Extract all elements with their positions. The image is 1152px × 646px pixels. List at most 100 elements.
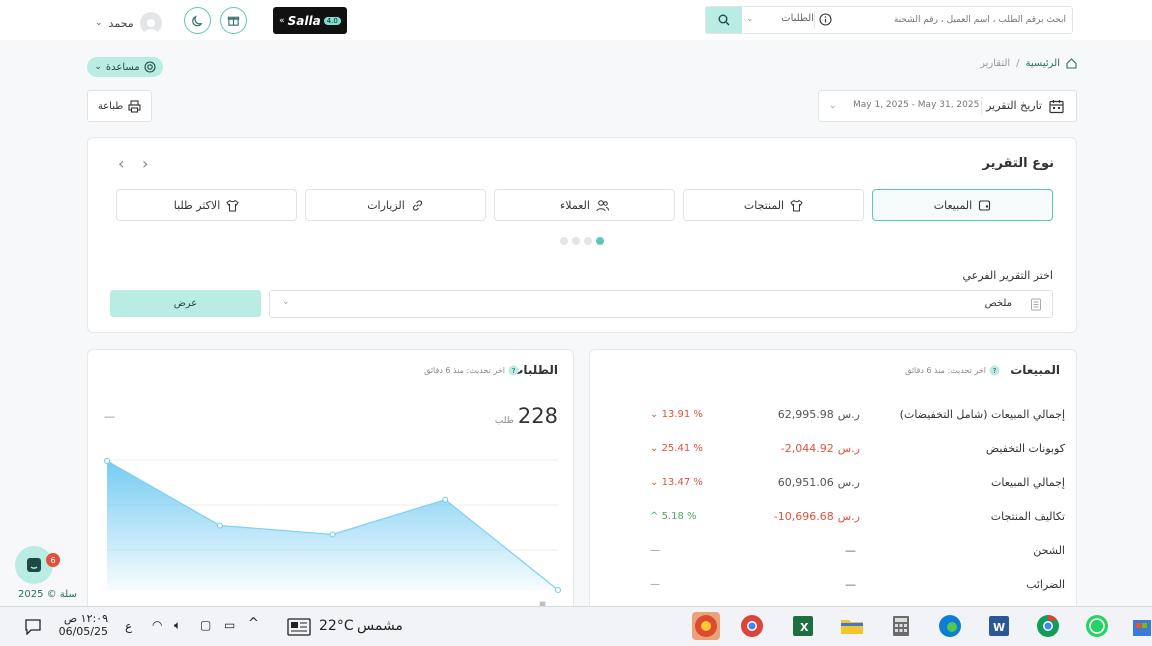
sales-row-change: ⌄ 13.47 % [650, 477, 710, 488]
gift-icon [227, 16, 240, 26]
chrome-icon[interactable] [1034, 612, 1062, 640]
chevron-down-icon: ⌄ [650, 476, 662, 488]
sales-row-amount: 60,951.06 [777, 475, 834, 489]
tab-most-ordered[interactable]: الاكثر طلبا [116, 189, 297, 221]
sales-row-amount: 62,995.98 [777, 407, 834, 421]
sales-row-value: 62,995.98 ر.س [710, 408, 860, 421]
chart-point[interactable] [216, 522, 223, 529]
tab-label: الاكثر طلبا [173, 198, 221, 212]
printer-icon [128, 99, 141, 113]
chart-point[interactable] [442, 496, 449, 503]
device-icon[interactable]: ▢ [200, 618, 211, 632]
file-explorer-icon[interactable] [838, 612, 866, 640]
battery-icon[interactable]: ▭ [224, 618, 235, 632]
sales-card-title: المبيعات [1010, 363, 1060, 377]
tab-label: الزيارات [367, 198, 405, 212]
salla-logo[interactable]: « Salla 4.0 [273, 7, 347, 34]
svg-text:X: X [800, 621, 809, 634]
receipt-icon [979, 199, 991, 211]
sales-row-amount: — [845, 577, 856, 591]
sales-row-label: كوبونات التخفيض [985, 441, 1065, 455]
carousel-dot-active[interactable] [596, 237, 604, 245]
sub-report-select[interactable]: ملخص ⌄ [269, 290, 1053, 318]
sales-row-label: إجمالي المبيعات [990, 475, 1065, 489]
sales-row-change-value: — [650, 578, 660, 590]
user-menu[interactable]: ⌄ محمد [95, 12, 162, 34]
info-icon [819, 13, 832, 26]
shirt-icon [226, 199, 239, 211]
volume-icon[interactable]: 🔈︎ [174, 618, 181, 633]
carousel-dot[interactable] [560, 237, 568, 245]
calendar-icon [1049, 100, 1064, 114]
sales-row-change-value: 13.47 % [661, 476, 703, 488]
chevron-down-icon: ⌄ [95, 18, 103, 28]
sales-row-change-value: 25.41 % [661, 442, 703, 454]
notification-icon[interactable] [24, 618, 42, 635]
sales-row-change: ⌄ 25.41 % [650, 443, 710, 454]
dark-mode-button[interactable] [184, 7, 211, 34]
document-icon [1031, 298, 1041, 311]
chevron-left-icon[interactable]: ‹ [118, 154, 124, 173]
sales-row-currency: ر.س [837, 509, 860, 523]
edge-icon[interactable] [936, 612, 964, 640]
shirt-icon [790, 199, 803, 211]
breadcrumb: التقارير / الرئيسية [960, 58, 1077, 69]
search-bar: الطلبات ⌄ [705, 6, 1073, 34]
breadcrumb-home[interactable]: الرئيسية [1026, 58, 1060, 69]
date-range-label: تاريخ التقرير [986, 99, 1042, 112]
tab-customers[interactable]: العملاء [494, 189, 675, 221]
gift-button[interactable] [220, 7, 247, 34]
sales-row: كوبونات التخفيض -2,044.92 ر.س ⌄ 25.41 % [600, 438, 1065, 458]
chart-point[interactable] [555, 587, 561, 593]
chart-point[interactable] [329, 531, 336, 538]
sales-row: تكاليف المنتجات -10,696.68 ر.س ^ 5.18 % [600, 506, 1065, 526]
help-button[interactable]: ⌄ مساعدة [87, 57, 163, 77]
search-button[interactable] [706, 7, 742, 33]
brand-name: Salla [287, 13, 321, 28]
wifi-icon[interactable]: ◠ [152, 618, 162, 632]
breadcrumb-current: التقارير [980, 58, 1011, 69]
excel-icon[interactable]: X [789, 612, 817, 640]
chevron-right-icon[interactable]: › [142, 154, 148, 173]
sales-row-change-value: — [650, 544, 660, 556]
search-input[interactable] [838, 10, 1066, 30]
date-range-picker[interactable]: تاريخ التقرير May 1, 2025 - May 31, 2025… [818, 90, 1077, 122]
sales-updated: ? اخر تحديث: منذ 6 دقائق [905, 365, 1000, 376]
whatsapp-icon[interactable] [1083, 612, 1111, 640]
chevron-down-icon: ⌄ [650, 408, 662, 420]
clock-date: 06/05/25 [58, 625, 108, 638]
search-scope: الطلبات [781, 13, 814, 24]
weather-temp[interactable]: 22°C [319, 618, 354, 634]
carousel-dot[interactable] [572, 237, 580, 245]
brand-badge: 4.0 [323, 16, 341, 25]
sales-row-change-value: 13.91 % [661, 408, 703, 420]
weather-text[interactable]: مشمس [357, 618, 403, 634]
chevron-down-icon: ⌄ [650, 442, 662, 454]
sales-row-currency: ر.س [837, 407, 860, 421]
search-scope-select[interactable]: الطلبات ⌄ [746, 13, 814, 24]
language-indicator[interactable]: ع [125, 619, 132, 633]
tab-sales[interactable]: المبيعات [872, 189, 1053, 221]
tab-label: المنتجات [743, 198, 785, 212]
calculator-icon[interactable] [887, 612, 915, 640]
sub-report-label: اختر التقرير الفرعي [962, 269, 1053, 282]
taskbar-app-icon[interactable] [692, 612, 720, 640]
store-icon[interactable] [1130, 612, 1152, 640]
tab-visits[interactable]: الزيارات [305, 189, 486, 221]
weather-news-icon[interactable] [287, 618, 311, 636]
word-icon[interactable]: W [985, 612, 1013, 640]
sales-row: إجمالي المبيعات (شامل التخفيضات) 62,995.9… [600, 404, 1065, 424]
chart-point[interactable] [104, 457, 110, 464]
tab-products[interactable]: المنتجات [683, 189, 864, 221]
footer-copyright: سلة © 2025 [18, 589, 77, 600]
show-button[interactable]: عرض [110, 290, 261, 317]
orders-card: الطلبات ? اخر تحديث: منذ 6 دقائق 228 طلب… [87, 349, 574, 619]
carousel-dot[interactable] [584, 237, 592, 245]
chevron-up-icon[interactable]: ^ [248, 616, 259, 631]
lifebuoy-icon [144, 61, 156, 73]
chrome-profile-icon[interactable] [738, 612, 766, 640]
moon-icon [192, 15, 203, 27]
print-button[interactable]: طباعة [87, 90, 152, 122]
clock[interactable]: ١٢:٠٩ ص 06/05/25 [58, 612, 108, 638]
sales-row-value: 60,951.06 ر.س [710, 476, 860, 489]
